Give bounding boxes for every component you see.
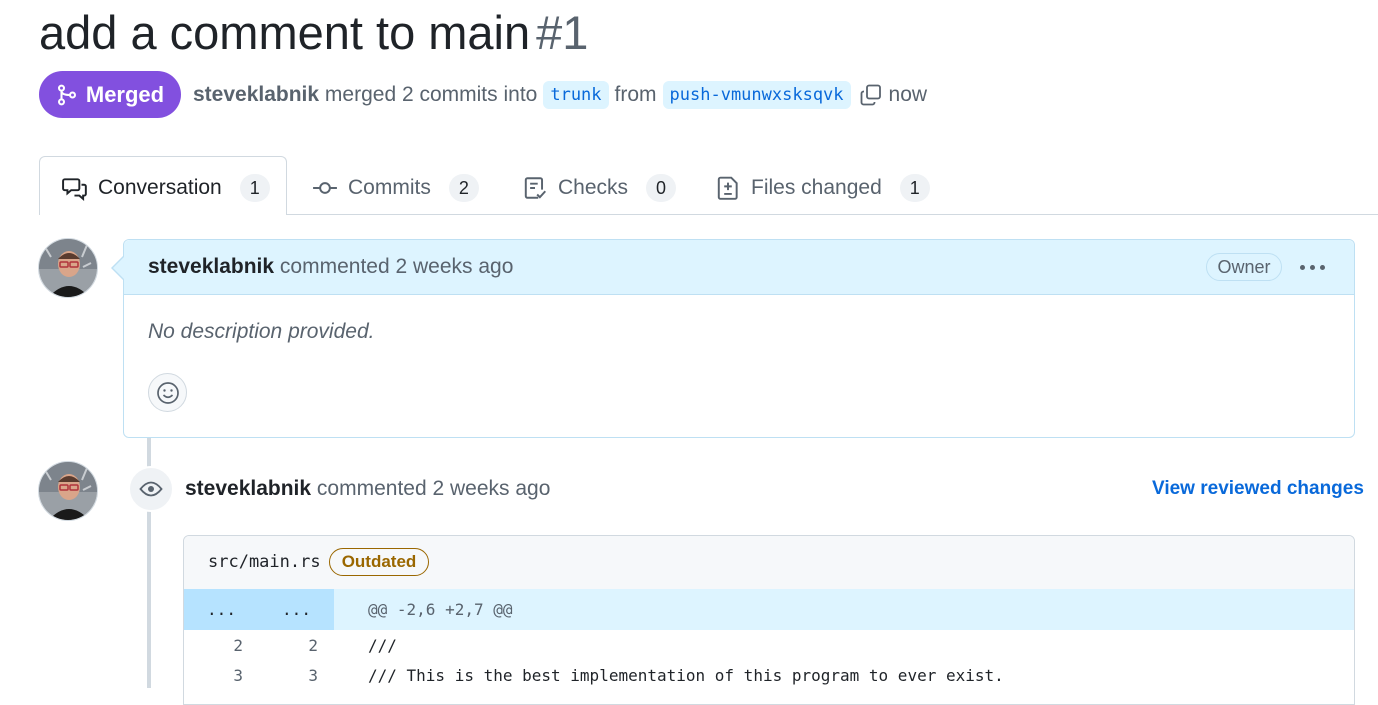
merge-summary: steveklabnik merged 2 commits into trunk…: [193, 80, 927, 110]
old-line-number[interactable]: 2: [184, 631, 259, 661]
tab-conversation-label: Conversation: [98, 176, 222, 199]
diff-line: 3 3 /// This is the best implementation …: [184, 661, 1354, 691]
review-eye-badge: [128, 466, 174, 512]
avatar[interactable]: [38, 238, 98, 298]
tab-files-changed[interactable]: Files changed 1: [715, 173, 930, 203]
add-reaction-button[interactable]: [148, 373, 187, 412]
code-line: ///: [368, 636, 397, 655]
merged-text: merged 2 commits into: [324, 83, 538, 106]
base-branch[interactable]: trunk: [543, 81, 609, 109]
tab-checks-count: 0: [646, 174, 677, 202]
avatar-image: [39, 462, 97, 520]
diff-hunk-row: ... ... @@ -2,6 +2,7 @@: [184, 589, 1354, 630]
comment-discussion-icon: [62, 178, 87, 201]
diff-line: 2 2 ///: [184, 631, 1354, 661]
code-line: /// This is the best implementation of t…: [368, 666, 1004, 685]
pr-title-text: add a comment to main: [39, 6, 531, 59]
tab-files-changed-count: 1: [899, 174, 930, 202]
pr-number: #1: [536, 6, 589, 59]
tab-commits-count: 2: [448, 174, 479, 202]
tab-checks[interactable]: Checks 0: [522, 173, 677, 203]
file-diff-icon: [717, 176, 738, 200]
diff-file-path[interactable]: src/main.rs: [208, 552, 321, 572]
old-line-number[interactable]: 3: [184, 661, 259, 691]
hunk-expand-right[interactable]: ...: [259, 589, 334, 630]
review-time[interactable]: commented 2 weeks ago: [317, 477, 550, 500]
view-reviewed-changes-link[interactable]: View reviewed changes: [1152, 478, 1364, 500]
head-branch[interactable]: push-vmunwxsksqvk: [662, 81, 851, 109]
review-author[interactable]: steveklabnik: [185, 477, 311, 500]
smiley-icon: [156, 381, 179, 404]
tab-files-changed-label: Files changed: [751, 176, 882, 199]
avatar[interactable]: [38, 461, 98, 521]
git-commit-icon: [313, 182, 337, 194]
copy-icon[interactable]: [859, 83, 883, 107]
tab-commits[interactable]: Commits 2: [312, 173, 479, 203]
review-author-line: steveklabnik commented 2 weeks ago: [185, 477, 550, 501]
comment-body: No description provided.: [148, 320, 375, 343]
owner-badge: Owner: [1206, 253, 1282, 281]
comment-author[interactable]: steveklabnik: [148, 255, 274, 278]
new-line-number[interactable]: 2: [259, 631, 334, 661]
comment-time[interactable]: commented 2 weeks ago: [280, 255, 513, 278]
from-text: from: [614, 83, 657, 106]
hunk-expand-left[interactable]: ...: [184, 589, 259, 630]
diff-header: src/main.rs Outdated: [184, 536, 1354, 590]
comment-caret: [113, 256, 125, 280]
merged-state-badge: Merged: [39, 71, 181, 118]
pr-title: add a comment to main #1: [39, 4, 588, 62]
eye-icon: [139, 481, 163, 497]
merged-by-user[interactable]: steveklabnik: [193, 83, 319, 107]
outdated-badge: Outdated: [329, 548, 429, 576]
tab-conversation-count: 1: [239, 174, 270, 202]
kebab-menu-icon[interactable]: [1296, 254, 1328, 280]
new-line-number[interactable]: 3: [259, 661, 334, 691]
merged-label: Merged: [85, 81, 165, 107]
tab-checks-label: Checks: [558, 176, 629, 199]
tab-commits-label: Commits: [348, 176, 431, 199]
merge-time: now: [888, 83, 928, 106]
avatar-image: [39, 239, 97, 297]
comment-author-line: steveklabnik commented 2 weeks ago: [148, 255, 513, 279]
hunk-header: @@ -2,6 +2,7 @@: [368, 600, 513, 619]
git-merge-icon: [57, 84, 76, 105]
review-diff: src/main.rs Outdated ... ... @@ -2,6 +2,…: [183, 535, 1355, 705]
tab-conversation[interactable]: Conversation 1: [62, 173, 270, 203]
checklist-icon: [524, 177, 547, 199]
